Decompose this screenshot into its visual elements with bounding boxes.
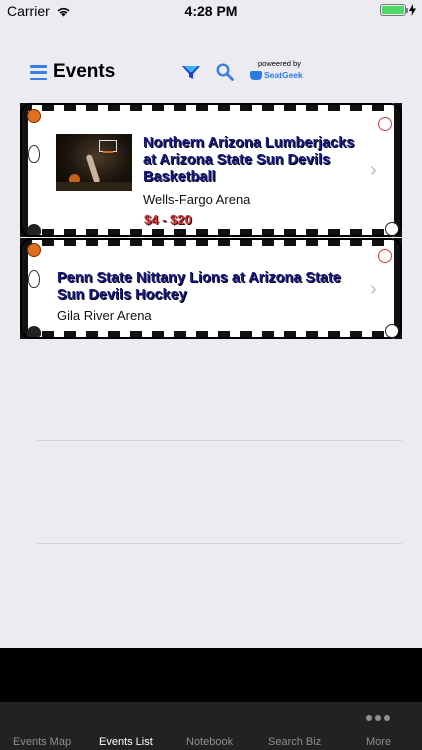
event-title: Northern Arizona Lumberjacks at Arizona … xyxy=(143,135,355,185)
seatgeek-logo: SeatGeek xyxy=(250,70,303,80)
event-venue: Gila River Arena xyxy=(57,308,152,323)
baseball-icon xyxy=(378,117,392,131)
tab-more[interactable]: More xyxy=(366,736,391,748)
status-right xyxy=(380,4,416,16)
tab-events-map[interactable]: Events Map xyxy=(13,736,71,748)
hamburger-menu-icon[interactable] xyxy=(30,65,47,80)
baseball-icon xyxy=(378,249,392,263)
tab-notebook[interactable]: Notebook xyxy=(186,736,233,748)
seatgeek-mark-icon xyxy=(250,70,262,80)
tab-bar: Events Map Events List Notebook Search B… xyxy=(0,702,422,750)
football-helmet-icon xyxy=(27,326,41,337)
event-venue: Wells-Fargo Arena xyxy=(143,192,251,207)
soccer-ball-icon xyxy=(385,324,399,338)
event-thumbnail xyxy=(56,134,132,191)
seatgeek-attribution[interactable]: poweered by SeatGeek xyxy=(248,59,308,85)
page-title: Events xyxy=(53,61,116,82)
tennis-racket-icon xyxy=(28,270,40,288)
chevron-right-icon: › xyxy=(370,278,377,300)
search-icon[interactable] xyxy=(216,63,234,81)
event-price: $4 - $20 xyxy=(144,212,192,227)
chevron-right-icon: › xyxy=(370,159,377,181)
banner-area xyxy=(0,648,422,702)
basketball-icon xyxy=(27,243,41,257)
list-separator xyxy=(36,543,402,544)
status-time: 4:28 PM xyxy=(184,3,238,19)
soccer-ball-icon xyxy=(385,222,399,236)
list-separator xyxy=(36,440,402,441)
powered-by-label: poweered by xyxy=(258,59,301,68)
charging-bolt-icon xyxy=(409,4,416,16)
status-bar: Carrier 4:28 PM xyxy=(0,0,422,22)
basketball-icon xyxy=(27,109,41,123)
seatgeek-brand-label: SeatGeek xyxy=(264,70,303,80)
header-bar: Events poweered by SeatGeek xyxy=(0,56,422,90)
filter-funnel-icon[interactable] xyxy=(182,66,200,80)
tab-search-biz[interactable]: Search Biz xyxy=(268,736,321,748)
event-title: Penn State Nittany Lions at Arizona Stat… xyxy=(57,270,341,303)
battery-icon xyxy=(380,4,408,16)
football-helmet-icon xyxy=(27,224,41,235)
tab-events-list[interactable]: Events List xyxy=(99,736,153,748)
tennis-racket-icon xyxy=(28,145,40,163)
more-dots-icon[interactable] xyxy=(366,715,390,721)
